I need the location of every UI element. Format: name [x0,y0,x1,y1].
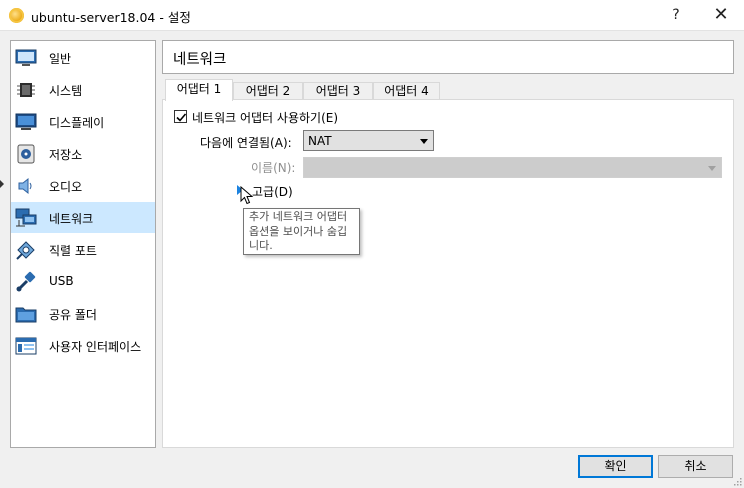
window-edge-marker [0,180,4,188]
sidebar-item-network[interactable]: 네트워크 [11,202,155,233]
sidebar-item-label: 오디오 [49,180,83,194]
display-icon [15,111,37,133]
page-title-box: 네트워크 [162,40,734,74]
advanced-toggle[interactable]: 고급(D) [252,183,293,200]
shared-folder-icon [15,303,37,325]
sidebar-item-storage[interactable]: 저장소 [11,138,155,169]
sidebar-item-shared-folders[interactable]: 공유 폴더 [11,298,155,329]
mouse-cursor-icon [240,186,254,205]
sidebar-item-label: 저장소 [49,148,83,162]
sidebar-item-label: 공유 폴더 [49,308,97,322]
ok-button[interactable]: 확인 [578,455,653,478]
close-button[interactable]: ✕ [701,0,741,30]
sidebar-item-serial-port[interactable]: 직렬 포트 [11,234,155,265]
usb-icon [15,271,37,293]
general-icon [15,47,37,69]
sidebar-item-label: 네트워크 [49,212,94,226]
attached-to-value: NAT [308,134,332,148]
enable-adapter-label[interactable]: 네트워크 어댑터 사용하기(E) [192,109,338,126]
settings-sidebar: 일반 시스템 디스플레이 저장소 오디오 네트워크 직렬 포트 USB 공유 폴… [10,40,156,448]
attached-to-select[interactable]: NAT [303,130,434,151]
help-button[interactable]: ? [664,0,688,30]
sidebar-item-user-interface[interactable]: 사용자 인터페이스 [11,330,155,361]
cancel-button[interactable]: 취소 [658,455,733,478]
sidebar-item-label: 시스템 [49,84,83,98]
title-bar: ubuntu-server18.04 - 설정 ? ✕ [0,0,744,31]
tab-adapter-3[interactable]: 어댑터 3 [303,82,373,100]
system-icon [15,79,37,101]
resize-grip-icon[interactable] [732,476,742,486]
sidebar-item-usb[interactable]: USB [11,266,155,297]
tab-adapter-2[interactable]: 어댑터 2 [233,82,303,100]
audio-icon [15,175,37,197]
name-label: 이름(N): [251,161,296,175]
page-title: 네트워크 [173,52,227,68]
sidebar-item-label: 디스플레이 [49,116,105,130]
sidebar-item-label: 직렬 포트 [49,244,97,258]
sidebar-item-label: 사용자 인터페이스 [49,340,142,354]
serial-port-icon [15,239,37,261]
user-interface-icon [15,335,37,357]
window-title: ubuntu-server18.04 - 설정 [31,10,191,25]
sidebar-item-display[interactable]: 디스플레이 [11,106,155,137]
network-icon [15,207,37,229]
sidebar-item-label: USB [49,274,74,288]
storage-icon [15,143,37,165]
sidebar-item-general[interactable]: 일반 [11,42,155,73]
tab-adapter-1[interactable]: 어댑터 1 [165,79,233,101]
sidebar-item-label: 일반 [49,52,72,66]
sidebar-item-system[interactable]: 시스템 [11,74,155,105]
virtualbox-app-icon [9,8,24,23]
checkmark-icon [176,113,187,122]
adapter-panel: 네트워크 어댑터 사용하기(E) 다음에 연결됨(A): NAT 이름(N): … [162,99,734,448]
advanced-tooltip: 추가 네트워크 어댑터 옵션을 보이거나 숨깁니다. [243,208,360,255]
sidebar-item-audio[interactable]: 오디오 [11,170,155,201]
tab-adapter-4[interactable]: 어댑터 4 [373,82,440,100]
chevron-down-icon [708,166,716,171]
chevron-down-icon [420,139,428,144]
enable-adapter-checkbox[interactable] [174,110,187,123]
attached-to-label: 다음에 연결됨(A): [200,136,292,150]
name-select [303,157,722,178]
